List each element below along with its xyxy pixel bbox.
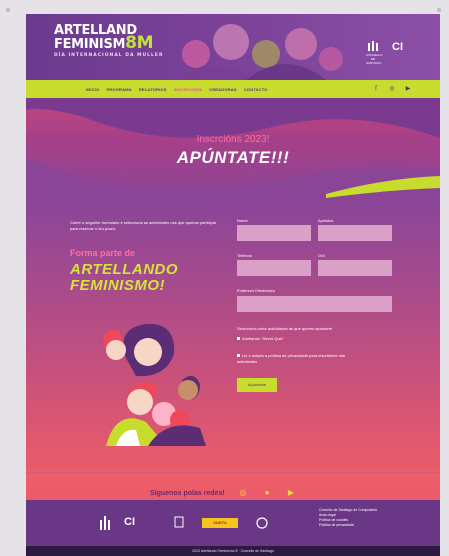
signup-banner: Inscrcións 2023! APÚNTATE!!! [26,98,440,200]
site-logo[interactable]: ARTELLAND FEMINISM8M DÍA INTERNACIONAL D… [54,24,163,59]
submit-button[interactable]: Apúntome [237,378,277,392]
sponsor-cim-logo: CI [392,41,403,53]
nav-items: INICIO PROGRAMA RELATORIOS INSCRICIÓNS C… [86,80,268,98]
nav-item-inscricions[interactable]: INSCRICIÓNS [174,87,202,92]
crest-icon [174,516,184,528]
social-heading: Síguenos polas redes! [150,490,225,497]
site-footer: CI XUNTA Concello de Santiago de Compost… [26,500,440,546]
email-input[interactable] [237,296,392,312]
instagram-icon[interactable]: ◎ [238,488,248,498]
hero-illustration [176,24,343,80]
main-nav: INICIO PROGRAMA RELATORIOS INSCRICIÓNS C… [26,80,440,98]
email-label: Enderezo Electrónico [237,288,276,293]
facebook-icon[interactable]: ● [262,488,272,498]
copyright-bar: 2023 Artellando Feminismo 8 · Concello d… [26,546,440,556]
telefono-input[interactable] [237,260,311,276]
facebook-icon[interactable]: f [372,85,380,93]
nome-input[interactable] [237,225,311,241]
partner-logo [256,517,268,529]
logo-line2: FEMINISM [54,37,126,52]
form-intro-text: Cubre o seguinte formulario e selecciona… [70,220,217,231]
forma-parte-heading: Forma parte de [70,248,136,258]
women-illustration [103,323,206,446]
instagram-icon[interactable]: ◎ [388,85,396,93]
sponsor-santiago-logo: CONCELLO DE SANTIAGO [366,41,383,65]
sponsor-santiago-label: CONCELLO DE SANTIAGO [366,53,383,65]
footer-link[interactable]: Política de privacidade [319,523,377,528]
logo-8m: 8M [125,33,154,53]
apelidos-label: Apelidos [318,218,334,223]
corner-dot [437,8,441,12]
telefono-label: Teléfono [237,253,253,258]
artellando-line2: FEMINISMO! [70,277,165,294]
activity-checkbox-label: Artellando "Street Quiz" [242,336,284,341]
banner-title: APÚNTATE!!! [176,148,290,167]
privacy-checkbox-label: Lin e acepto a política de privacidade p… [237,353,346,364]
signup-section: Cubre o seguinte formulario e selecciona… [26,200,440,500]
xunta-badge: XUNTA [202,518,238,528]
nav-item-relatorios[interactable]: RELATORIOS [139,87,167,92]
santiago-logo [100,516,110,530]
checkbox-box[interactable] [237,354,240,358]
privacy-checkbox[interactable]: Lin e acepto a política de privacidade p… [237,353,347,364]
footer-cim-logo: CI [124,516,135,528]
banner-kicker: Inscrcións 2023! [196,134,270,145]
nav-item-programa[interactable]: PROGRAMA [106,87,131,92]
page-frame: ARTELLAND FEMINISM8M DÍA INTERNACIONAL D… [26,14,440,556]
activities-label: Selecciona unha actividades ás que quere… [237,326,333,331]
corner-dot [6,8,10,12]
nav-item-contacto[interactable]: CONTACTO [244,87,268,92]
logo-subtitle: DÍA INTERNACIONAL DA MULLER [54,53,164,58]
divider [26,472,440,473]
nav-item-inicio[interactable]: INICIO [86,87,99,92]
dni-input[interactable] [318,260,392,276]
youtube-icon[interactable]: ▶ [286,488,296,498]
footer-links: Concello de Santiago de Compostela Aviso… [319,508,377,528]
hero-header: ARTELLAND FEMINISM8M DÍA INTERNACIONAL D… [26,14,440,80]
activity-checkbox[interactable]: Artellando "Street Quiz" [237,336,284,342]
dni-label: DNI [318,253,325,258]
nome-label: Nome [237,218,248,223]
youtube-icon[interactable]: ▶ [404,85,412,93]
artellando-heading: ARTELLANDO FEMINISMO! [70,262,178,294]
artellando-line1: ARTELLANDO [70,261,179,278]
nav-item-creadoras[interactable]: CREADORAS [209,87,237,92]
apelidos-input[interactable] [318,225,392,241]
checkbox-box[interactable] [237,337,240,341]
